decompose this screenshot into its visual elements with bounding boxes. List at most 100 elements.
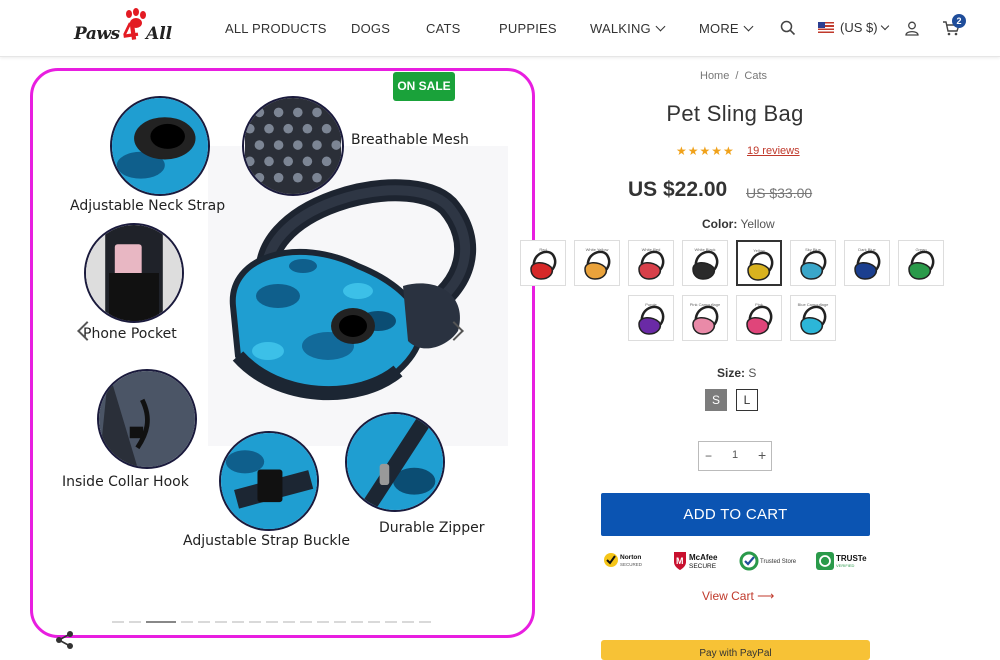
nav-walking[interactable]: WALKING (590, 21, 666, 36)
account-icon[interactable] (905, 21, 919, 36)
trusted-store-logo-icon: Trusted Store (739, 551, 797, 571)
rating-stars: ★★★★★ (676, 144, 735, 158)
nav-puppies[interactable]: PUPPIES (499, 21, 557, 36)
color-swatch[interactable]: Dark Blue (844, 240, 890, 286)
svg-text:SECURE: SECURE (689, 563, 717, 570)
decrease-quantity-button[interactable]: − (705, 449, 712, 463)
currency-selector[interactable]: (US $) (818, 20, 889, 35)
feature-label: Phone Pocket (83, 326, 177, 342)
slide-dot[interactable] (249, 621, 261, 623)
on-sale-badge: ON SALE (393, 72, 455, 101)
size-selection-label: Size: S (717, 366, 757, 380)
slide-dot[interactable] (351, 621, 363, 623)
collar-hook-image (97, 369, 197, 469)
color-swatch[interactable]: White Black (682, 240, 728, 286)
slide-dot[interactable] (112, 621, 124, 623)
slide-dot[interactable] (334, 621, 346, 623)
color-swatch[interactable]: Sky Blue (790, 240, 836, 286)
nav-dogs[interactable]: DOGS (351, 21, 390, 36)
slide-dot[interactable] (385, 621, 397, 623)
breadcrumb: Home / Cats (700, 70, 768, 82)
nav-cats[interactable]: CATS (426, 21, 461, 36)
slide-dot[interactable] (283, 621, 295, 623)
paypal-button[interactable]: Pay with PayPal (601, 640, 870, 660)
trusted-store-badge: Trusted Store (739, 550, 803, 576)
feature-label: Durable Zipper (379, 520, 485, 536)
chevron-down-icon (743, 21, 754, 32)
size-option-l[interactable]: L (736, 389, 758, 411)
slide-dot[interactable] (266, 621, 278, 623)
neck-strap-image (110, 96, 210, 196)
sling-bag-thumbnail (800, 305, 827, 335)
size-option-s[interactable]: S (705, 389, 727, 411)
slide-dot[interactable] (181, 621, 193, 623)
original-price: US $33.00 (746, 185, 813, 201)
color-swatch[interactable]: Green (898, 240, 944, 286)
us-flag-icon (818, 22, 834, 33)
sling-bag-thumbnail (638, 305, 665, 335)
logo-text: Paws (74, 24, 120, 44)
nav-all-products[interactable]: ALL PRODUCTS (225, 21, 327, 36)
quantity-value[interactable]: 1 (732, 449, 738, 461)
slide-dot[interactable] (232, 621, 244, 623)
increase-quantity-button[interactable]: + (758, 447, 766, 463)
sling-bag-thumbnail (908, 250, 935, 280)
svg-text:TRUSTe: TRUSTe (836, 554, 867, 563)
slide-dot-active[interactable] (146, 621, 176, 623)
norton-badge: Norton SECURED (603, 549, 653, 575)
sling-bag-thumbnail (692, 250, 719, 280)
slide-dot[interactable] (129, 621, 141, 623)
slide-dot[interactable] (317, 621, 329, 623)
sling-bag-thumbnail (800, 250, 827, 280)
sling-bag-thumbnail (530, 250, 557, 280)
color-swatch[interactable]: Red (520, 240, 566, 286)
view-cart-link[interactable]: View Cart ⟶ (702, 589, 774, 603)
product-image-gallery[interactable]: Adjustable Neck Strap Breathable Mesh Ph… (30, 68, 535, 638)
norton-logo-icon: Norton SECURED (604, 553, 643, 567)
svg-text:SECURED: SECURED (620, 562, 643, 567)
color-swatch[interactable]: Blue Camouflage (790, 295, 836, 341)
color-swatch[interactable]: Purple (628, 295, 674, 341)
slide-dot[interactable] (368, 621, 380, 623)
nav-more[interactable]: MORE (699, 21, 754, 36)
svg-text:VERIFIED: VERIFIED (836, 563, 855, 568)
add-to-cart-button[interactable]: ADD TO CART (601, 493, 870, 536)
sling-bag-thumbnail (747, 251, 774, 281)
breadcrumb-cats[interactable]: Cats (744, 70, 767, 82)
share-icon[interactable] (55, 630, 75, 650)
color-swatch[interactable]: Pink Camouflage (682, 295, 728, 341)
slide-dot[interactable] (402, 621, 414, 623)
zipper-image (345, 412, 445, 512)
breadcrumb-home[interactable]: Home (700, 70, 729, 82)
current-price: US $22.00 (628, 178, 728, 201)
feature-label: Inside Collar Hook (62, 474, 189, 490)
slide-dot[interactable] (300, 621, 312, 623)
feature-label: Adjustable Strap Buckle (183, 533, 351, 549)
color-swatch[interactable]: White Yellow (574, 240, 620, 286)
strap-buckle-image (219, 431, 319, 531)
svg-text:McAfee: McAfee (689, 553, 718, 562)
mesh-image (242, 96, 344, 196)
slide-dot[interactable] (198, 621, 210, 623)
search-icon[interactable] (780, 20, 796, 36)
svg-text:Trusted Store: Trusted Store (760, 559, 797, 565)
sling-bag-thumbnail (638, 250, 665, 280)
svg-text:Norton: Norton (620, 554, 641, 561)
color-swatch[interactable]: White Red (628, 240, 674, 286)
color-swatch[interactable]: Pink (736, 295, 782, 341)
feature-label: Breathable Mesh (351, 132, 469, 148)
product-title: Pet Sling Bag (666, 101, 804, 126)
reviews-link[interactable]: 19 reviews (747, 145, 800, 157)
mcafee-badge: M McAfee SECURE (672, 550, 726, 576)
color-swatch[interactable]: Yellow (736, 240, 782, 286)
svg-text:M: M (676, 556, 684, 566)
sling-bag-thumbnail (746, 305, 773, 335)
site-logo[interactable]: Paws 4 All (74, 8, 184, 48)
color-selection-label: Color: Yellow (702, 217, 775, 231)
slide-dot[interactable] (215, 621, 227, 623)
sling-bag-thumbnail (854, 250, 881, 280)
sling-bag-thumbnail (692, 305, 719, 335)
chevron-down-icon (655, 21, 666, 32)
quantity-stepper: − 1 + (698, 441, 772, 471)
slide-dot[interactable] (419, 621, 431, 623)
